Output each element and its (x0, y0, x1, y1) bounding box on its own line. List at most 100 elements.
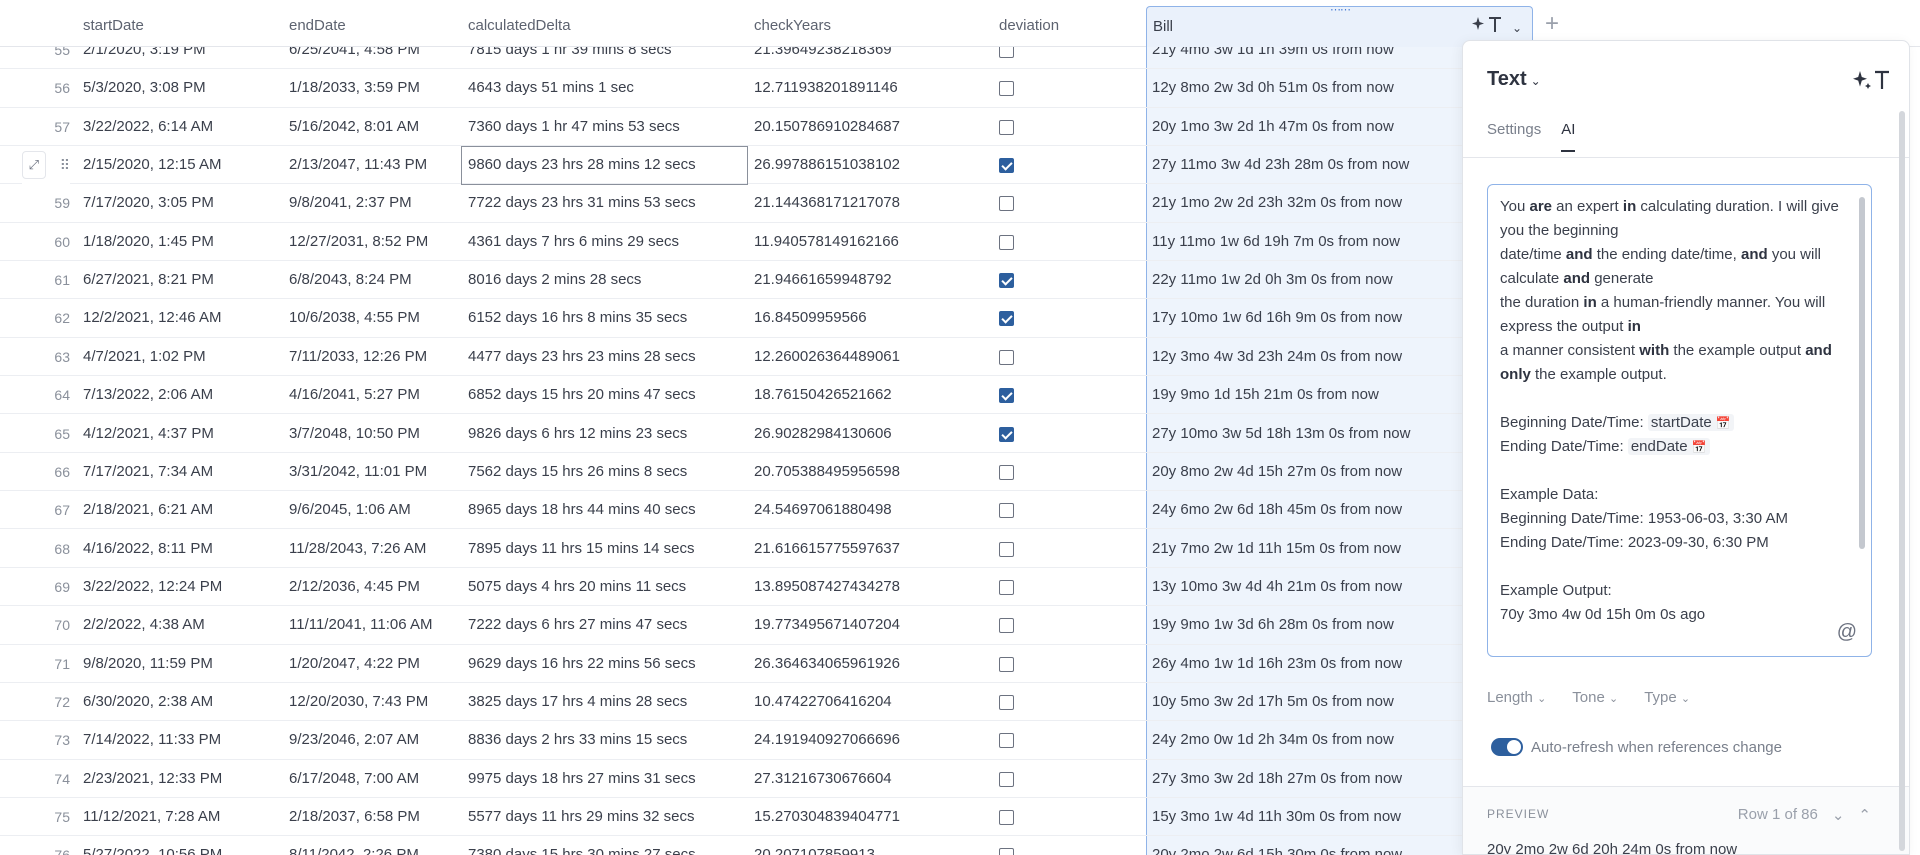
cell-bill[interactable]: 13y 10mo 3w 4d 4h 21m 0s from now (1152, 568, 1402, 606)
deviation-checkbox[interactable] (999, 541, 1014, 557)
cell-deviation[interactable] (999, 415, 1015, 453)
prompt-scrollbar[interactable] (1859, 197, 1865, 549)
cell-calculateddelta[interactable]: 9629 days 16 hrs 22 mins 56 secs (468, 645, 696, 683)
cell-startdate[interactable]: 4/7/2021, 1:02 PM (83, 338, 206, 376)
cell-checkyears[interactable]: 27.31216730676604 (754, 760, 892, 798)
cell-calculateddelta[interactable]: 6852 days 15 hrs 20 mins 47 secs (468, 376, 696, 414)
deviation-checkbox[interactable] (999, 234, 1014, 250)
cell-startdate[interactable]: 5/27/2022, 10:56 PM (83, 836, 222, 855)
cell-bill[interactable]: 10y 5mo 3w 2d 17h 5m 0s from now (1152, 683, 1394, 721)
deviation-checkbox[interactable] (999, 119, 1014, 135)
cell-bill[interactable]: 20y 2mo 2w 6d 15h 30m 0s from now (1152, 836, 1402, 855)
cell-calculateddelta[interactable]: 9975 days 18 hrs 27 mins 31 secs (468, 760, 696, 798)
table-row[interactable]: 75 11/12/2021, 7:28 AM 2/18/2037, 6:58 PM 5… (0, 798, 1500, 837)
deviation-checkbox[interactable] (999, 81, 1014, 97)
cell-deviation[interactable] (999, 683, 1015, 721)
cell-startdate[interactable]: 6/27/2021, 8:21 PM (83, 261, 214, 299)
cell-deviation[interactable] (999, 491, 1015, 529)
cell-checkyears[interactable]: 26.997886151038102 (754, 146, 900, 184)
cell-enddate[interactable]: 2/18/2037, 6:58 PM (289, 798, 420, 836)
table-row[interactable]: 72 6/30/2020, 2:38 AM 12/20/2030, 7:43 PM 3… (0, 683, 1500, 722)
column-header-checkyears[interactable]: checkYears (754, 0, 831, 47)
table-row[interactable]: 76 5/27/2022, 10:56 PM 8/11/2042, 2:26 PM 7… (0, 836, 1500, 855)
cell-checkyears[interactable]: 12.711938201891146 (754, 69, 898, 107)
cell-deviation[interactable] (999, 146, 1015, 184)
cell-checkyears[interactable]: 15.270304839404771 (754, 798, 900, 836)
cell-startdate[interactable]: 5/3/2020, 3:08 PM (83, 69, 206, 107)
cell-deviation[interactable] (999, 836, 1015, 855)
cell-enddate[interactable]: 4/16/2041, 5:27 PM (289, 376, 420, 414)
cell-checkyears[interactable]: 13.895087427434278 (754, 568, 900, 606)
table-row[interactable]: 56 5/3/2020, 3:08 PM 1/18/2033, 3:59 PM 464… (0, 69, 1500, 108)
auto-refresh-toggle[interactable] (1491, 738, 1523, 756)
table-row[interactable]: 582/15/2020, 12:15 AM2/13/2047, 11:43 PM… (0, 146, 1500, 185)
cell-enddate[interactable]: 11/11/2041, 11:06 AM (289, 606, 432, 644)
cell-checkyears[interactable]: 26.90282984130606 (754, 415, 892, 453)
deviation-checkbox[interactable] (999, 733, 1014, 749)
cell-deviation[interactable] (999, 69, 1015, 107)
cell-bill[interactable]: 20y 1mo 3w 2d 1h 47m 0s from now (1152, 108, 1394, 146)
deviation-checkbox[interactable] (999, 388, 1014, 404)
cell-calculateddelta[interactable]: 8965 days 18 hrs 44 mins 40 secs (468, 491, 696, 529)
deviation-checkbox[interactable] (999, 771, 1014, 787)
type-dropdown[interactable]: Type ⌄ (1644, 689, 1690, 706)
cell-checkyears[interactable]: 21.94661659948792 (754, 261, 892, 299)
ai-prompt-editor[interactable]: You are an expert in calculating duratio… (1487, 184, 1872, 657)
field-reference-enddate[interactable]: endDate 📅 (1627, 438, 1710, 455)
cell-deviation[interactable] (999, 645, 1015, 683)
table-row[interactable]: 61 6/27/2021, 8:21 PM 6/8/2043, 8:24 PM 801… (0, 261, 1500, 300)
deviation-checkbox[interactable] (999, 848, 1014, 855)
cell-enddate[interactable]: 8/11/2042, 2:26 PM (289, 836, 419, 855)
cell-startdate[interactable]: 7/14/2022, 11:33 PM (83, 721, 221, 759)
table-row[interactable]: 67 2/18/2021, 6:21 AM 9/6/2045, 1:06 AM 896… (0, 491, 1500, 530)
cell-enddate[interactable]: 3/31/2042, 11:01 PM (289, 453, 427, 491)
deviation-checkbox[interactable] (999, 311, 1014, 327)
cell-startdate[interactable]: 2/15/2020, 12:15 AM (83, 146, 221, 184)
cell-deviation[interactable] (999, 721, 1015, 759)
cell-startdate[interactable]: 2/23/2021, 12:33 PM (83, 760, 222, 798)
cell-checkyears[interactable]: 20.207107859913 (754, 836, 875, 855)
cell-bill[interactable]: 26y 4mo 1w 1d 16h 23m 0s from now (1152, 645, 1402, 683)
cell-enddate[interactable]: 6/17/2048, 7:00 AM (289, 760, 419, 798)
cell-enddate[interactable]: 9/23/2046, 2:07 AM (289, 721, 419, 759)
cell-startdate[interactable]: 7/13/2022, 2:06 AM (83, 376, 213, 414)
chevron-down-icon[interactable]: ⌄ (1512, 21, 1522, 35)
cell-deviation[interactable] (999, 606, 1015, 644)
cell-startdate[interactable]: 2/2/2022, 4:38 AM (83, 606, 205, 644)
cell-enddate[interactable]: 5/16/2042, 8:01 AM (289, 108, 419, 146)
cell-enddate[interactable]: 11/28/2043, 7:26 AM (289, 530, 426, 568)
column-header-startdate[interactable]: startDate (83, 0, 144, 47)
cell-calculateddelta[interactable]: 7722 days 23 hrs 31 mins 53 secs (468, 184, 696, 222)
table-row[interactable]: 62 12/2/2021, 12:46 AM 10/6/2038, 4:55 PM 6… (0, 299, 1500, 338)
cell-enddate[interactable]: 12/20/2030, 7:43 PM (289, 683, 428, 721)
table-row[interactable]: 63 4/7/2021, 1:02 PM 7/11/2033, 12:26 PM 44… (0, 338, 1500, 377)
cell-startdate[interactable]: 11/12/2021, 7:28 AM (83, 798, 220, 836)
cell-calculateddelta[interactable]: 6152 days 16 hrs 8 mins 35 secs (468, 299, 687, 337)
table-row[interactable]: 74 2/23/2021, 12:33 PM 6/17/2048, 7:00 AM 9… (0, 760, 1500, 798)
column-header-enddate[interactable]: endDate (289, 0, 346, 47)
cell-enddate[interactable]: 3/7/2048, 10:50 PM (289, 415, 420, 453)
cell-startdate[interactable]: 3/22/2022, 12:24 PM (83, 568, 222, 606)
table-row[interactable]: 71 9/8/2020, 11:59 PM 1/20/2047, 4:22 PM 96… (0, 645, 1500, 683)
cell-startdate[interactable]: 7/17/2020, 3:05 PM (83, 184, 214, 222)
cell-enddate[interactable]: 9/6/2045, 1:06 AM (289, 491, 411, 529)
cell-bill[interactable]: 11y 11mo 1w 6d 19h 7m 0s from now (1152, 223, 1400, 261)
cell-deviation[interactable] (999, 798, 1015, 836)
cell-calculateddelta[interactable]: 7562 days 15 hrs 26 mins 8 secs (468, 453, 687, 491)
deviation-checkbox[interactable] (999, 273, 1014, 289)
cell-checkyears[interactable]: 12.260026364489061 (754, 338, 900, 376)
deviation-checkbox[interactable] (999, 694, 1014, 710)
table-row[interactable]: 69 3/22/2022, 12:24 PM 2/12/2036, 4:45 PM 5… (0, 568, 1500, 607)
cell-startdate[interactable]: 7/17/2021, 7:34 AM (83, 453, 213, 491)
table-row[interactable]: 65 4/12/2021, 4:37 PM 3/7/2048, 10:50 PM 98… (0, 415, 1500, 453)
cell-bill[interactable]: 24y 2mo 0w 1d 2h 34m 0s from now (1152, 721, 1394, 759)
drag-handle-icon[interactable]: ⋯⋯ (1330, 5, 1351, 16)
cell-calculateddelta[interactable]: 9826 days 6 hrs 12 mins 23 secs (468, 415, 687, 453)
cell-calculateddelta[interactable]: 7895 days 11 hrs 15 mins 14 secs (468, 530, 695, 568)
cell-checkyears[interactable]: 20.150786910284687 (754, 108, 900, 146)
prompt-text[interactable]: You are an expert in calculating duratio… (1500, 195, 1845, 627)
table-row[interactable]: 68 4/16/2022, 8:11 PM 11/28/2043, 7:26 AM 7… (0, 530, 1500, 568)
add-column-button[interactable]: + (1545, 12, 1559, 36)
cell-calculateddelta[interactable]: 5075 days 4 hrs 20 mins 11 secs (468, 568, 686, 606)
field-reference-startdate[interactable]: startDate 📅 (1647, 414, 1734, 431)
